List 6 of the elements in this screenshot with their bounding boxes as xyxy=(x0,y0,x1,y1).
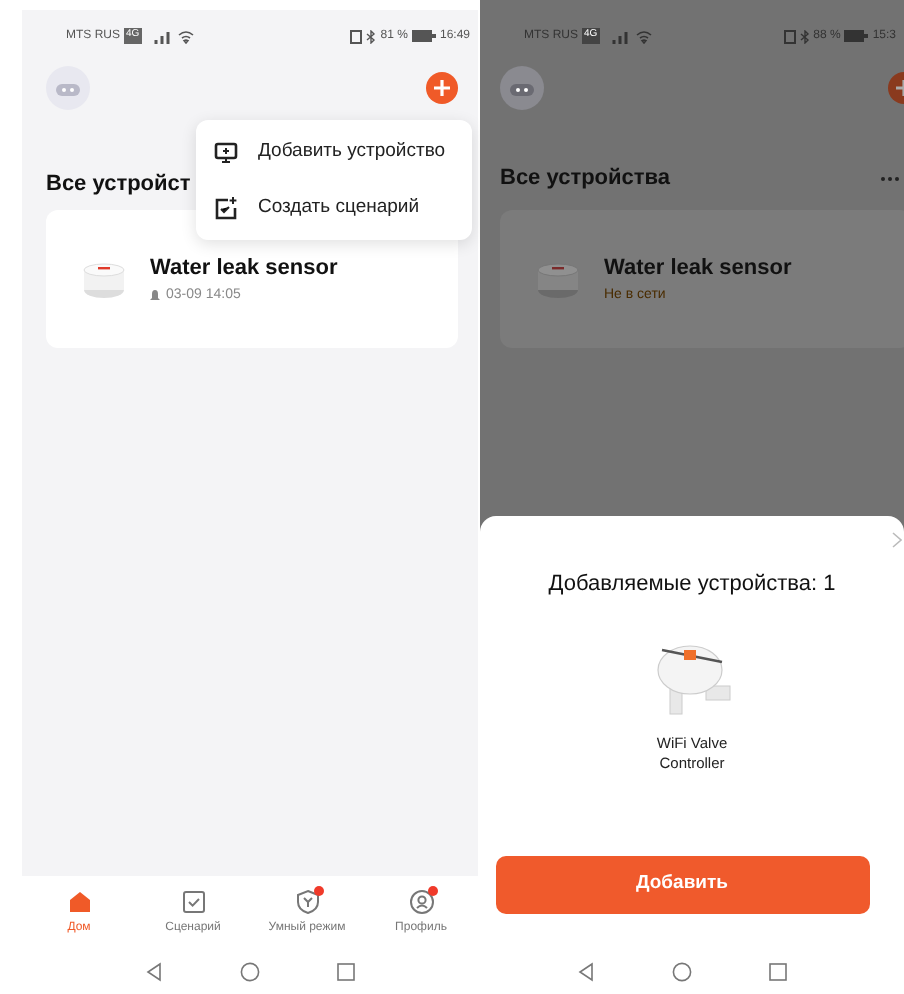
section-title: Все устройст xyxy=(46,172,191,196)
menu-item-label: Добавить устройство xyxy=(258,137,446,166)
device-name: Water leak sensor xyxy=(604,254,792,284)
section-title: Все устройства xyxy=(500,163,671,194)
device-name: Water leak sensor xyxy=(150,254,338,284)
sheet-title: Добавляемые устройства: 1 xyxy=(548,570,836,600)
